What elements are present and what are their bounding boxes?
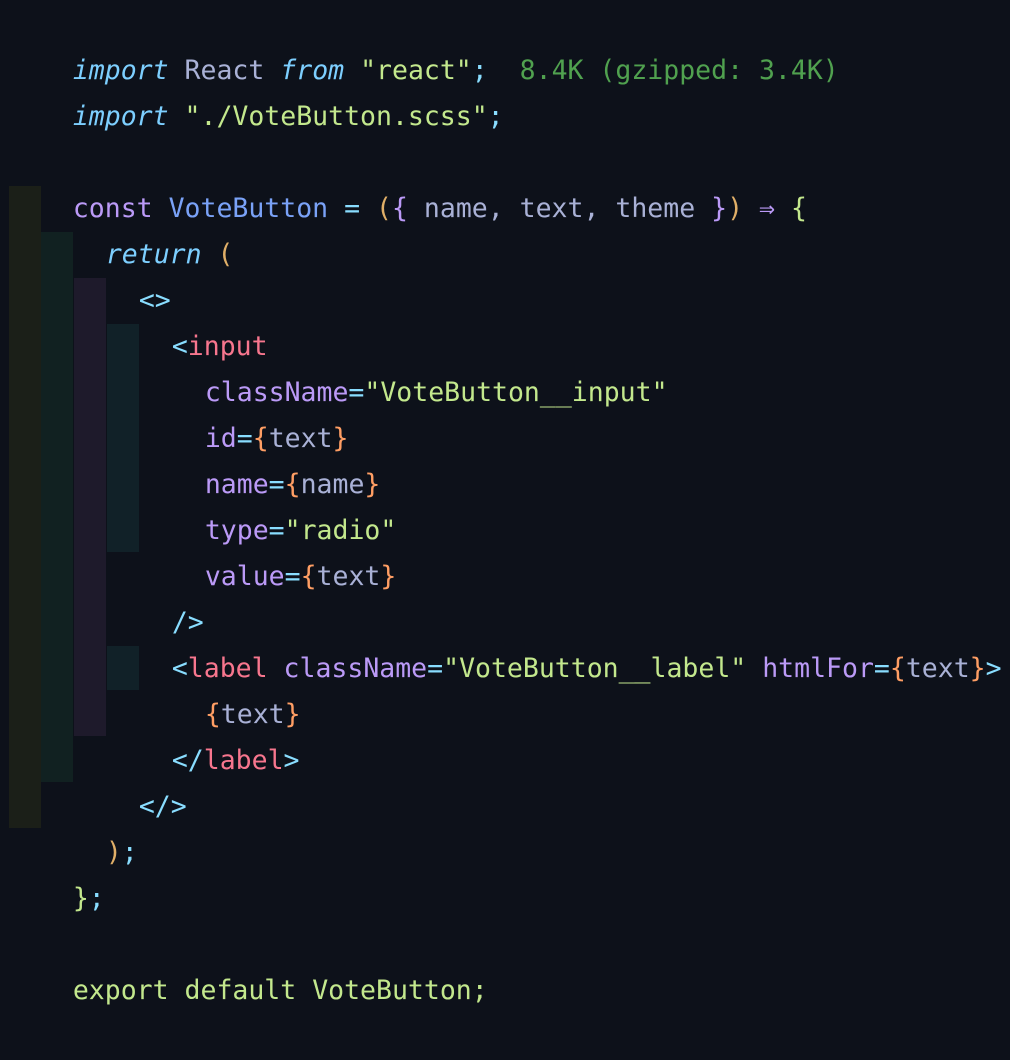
fragment-close: </> (138, 791, 187, 822)
code-editor[interactable]: import React from "react"; 8.4K (gzipped… (0, 0, 1010, 1006)
identifier-votebutton: VoteButton (312, 975, 472, 1006)
code-line-14: <label className="VoteButton__label" htm… (108, 600, 1002, 684)
code-line-12: value={text} (141, 508, 397, 592)
semicolon: ; (121, 837, 138, 868)
paren-close: ) (105, 837, 122, 868)
semicolon: ; (471, 975, 488, 1006)
code-line-11: type="radio" (141, 462, 396, 546)
keyword-default: default (184, 975, 297, 1006)
code-line-8: className="VoteButton__input" (141, 324, 668, 408)
import-cost-annotation: 8.4K (gzipped: 3.4K) (519, 55, 839, 86)
semicolon: ; (487, 101, 504, 132)
paren-open: ( (376, 193, 392, 224)
code-line-9: id={text} (141, 370, 349, 454)
tag-label: label (203, 745, 284, 776)
keyword-import: import (72, 101, 169, 132)
expr-text: text (316, 561, 381, 592)
brace-open: { (300, 561, 317, 592)
brace-close: } (969, 653, 986, 684)
string-classname: "VoteButton__input" (364, 377, 668, 408)
semicolon: ; (88, 883, 105, 914)
code-line-4: const VoteButton = ({ name, text, theme … (9, 140, 807, 224)
code-line-16: </label> (108, 692, 300, 776)
attr-value: value (204, 561, 285, 592)
brace-open: { (889, 653, 906, 684)
equals: = (427, 653, 444, 684)
string-classname: "VoteButton__label" (443, 653, 747, 684)
code-line-15: {text} (141, 646, 301, 730)
brace-close: } (711, 193, 728, 224)
paren-close: ) (727, 193, 744, 224)
brace-open: { (392, 193, 408, 224)
code-line-10: name={name} (141, 416, 381, 500)
paren-open: ( (217, 239, 234, 270)
code-line-1: import React from "react"; 8.4K (gzipped… (9, 2, 839, 86)
code-line-21: export default VoteButton; (9, 922, 488, 1006)
keyword-export: export (72, 975, 169, 1006)
string-scss-path: "./VoteButton.scss" (184, 101, 488, 132)
code-line-17: </> (75, 738, 187, 822)
brace-close: } (72, 883, 89, 914)
expr-text: text (905, 653, 970, 684)
equals: = (284, 561, 301, 592)
brace-open: { (790, 193, 807, 224)
code-line-6: <> (75, 232, 171, 316)
code-line-7: <input (108, 278, 268, 362)
equals: = (348, 377, 365, 408)
code-line-13: /> (108, 554, 204, 638)
attr-classname: className (283, 653, 428, 684)
code-line-5: return ( (42, 186, 234, 270)
tag-bracket-close: > (283, 745, 300, 776)
brace-close: } (380, 561, 397, 592)
indent-guide (9, 186, 41, 828)
tag-bracket-close: > (985, 653, 1002, 684)
equals: = (873, 653, 890, 684)
code-line-18: ); (42, 784, 138, 868)
code-line-2: import "./VoteButton.scss"; (9, 48, 504, 132)
params: name, text, theme (407, 193, 712, 224)
code-line-19: }; (9, 830, 105, 914)
operator-equals: = (344, 193, 361, 224)
attr-htmlfor: htmlFor (762, 653, 874, 684)
arrow-operator: ⇒ (759, 193, 775, 224)
